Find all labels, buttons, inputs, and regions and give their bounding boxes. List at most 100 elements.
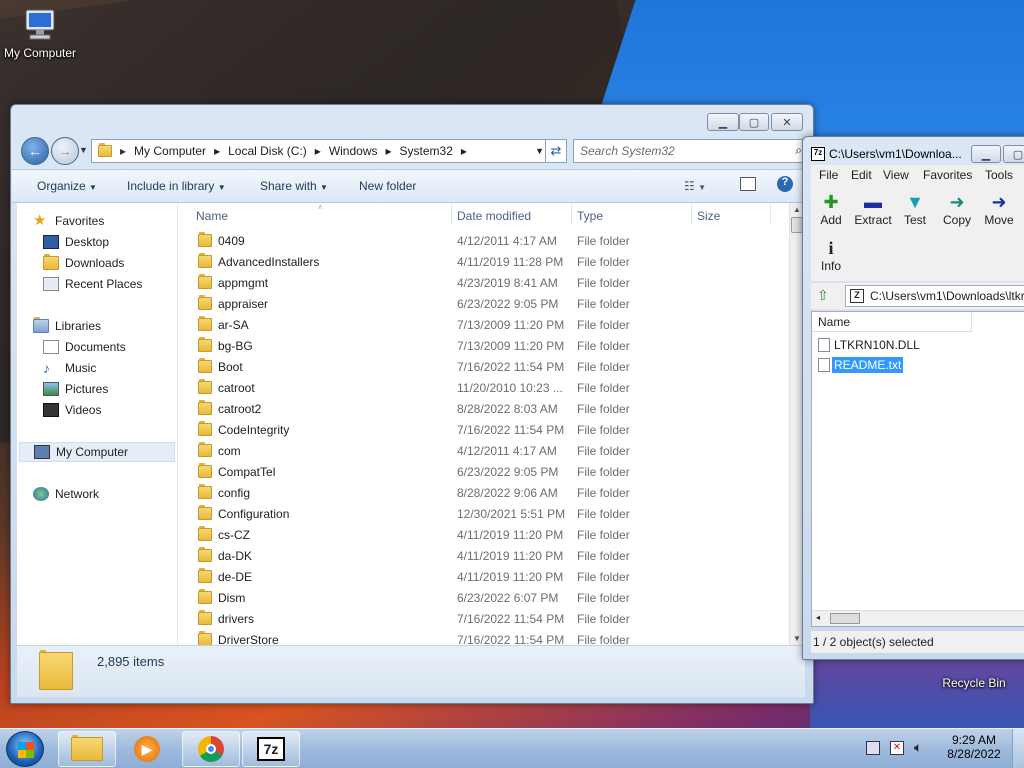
table-row[interactable]: CodeIntegrity 7/16/2022 11:54 PM File fold… [178,419,790,440]
column-header-name[interactable]: Name [196,209,228,223]
menu-view[interactable]: View [883,168,909,182]
table-row[interactable]: catroot 11/20/2010 10:23 ... File folder [178,377,790,398]
7zip-window: 7z C:\Users\vm1\Downloa... ▁ ▢ File Edit… [802,136,1024,660]
recent-pages-dropdown[interactable]: ▼ [79,145,88,155]
table-row[interactable]: bg-BG 7/13/2009 11:20 PM File folder [178,335,790,356]
close-button[interactable]: ✕ [771,113,803,131]
help-icon[interactable]: ? [777,176,793,192]
file-type: File folder [577,612,630,626]
forward-button[interactable]: → [51,137,79,165]
desktop-icon-my-computer[interactable]: My Computer [0,8,80,60]
arrow-right-icon: → [58,143,72,159]
file-type: File folder [577,318,630,332]
breadcrumb-item[interactable]: System32 [400,144,453,158]
chevron-right-icon: ▸ [460,144,467,158]
scroll-down-icon[interactable]: ▼ [793,634,801,643]
scroll-up-icon[interactable]: ▲ [793,205,801,214]
search-input[interactable]: Search System32 ⌕ [573,139,809,163]
views-button[interactable]: ☷ ▼ [684,179,706,193]
file-name: Dism [218,591,246,605]
table-row[interactable]: de-DE 4/11/2019 11:20 PM File folder [178,566,790,587]
menu-edit[interactable]: Edit [851,168,872,182]
column-header-size[interactable]: Size [697,209,720,223]
maximize-button[interactable]: ▢ [739,113,769,131]
window-title: 7z C:\Users\vm1\Downloa... [811,147,962,161]
table-row[interactable]: da-DK 4/11/2019 11:20 PM File folder [178,545,790,566]
table-row[interactable]: AdvancedInstallers 4/11/2019 11:28 PM File… [178,251,790,272]
column-header-date-modified[interactable]: Date modified [457,209,531,223]
extract-button[interactable]: ▬ Extract [853,191,893,228]
preview-pane-button[interactable] [740,177,756,191]
text-file-icon [818,358,830,372]
taskbar-media-player-button[interactable]: ▶ [118,731,176,767]
organize-button[interactable]: Organize ▼ [37,179,97,193]
nav-item-my-computer[interactable]: My Computer [19,442,175,462]
menu-favorites[interactable]: Favorites [923,168,972,182]
table-row[interactable]: drivers 7/16/2022 11:54 PM File folder [178,608,790,629]
move-button[interactable]: ➜ Move [979,191,1019,228]
menu-file[interactable]: File [819,168,838,182]
menu-tools[interactable]: Tools [985,168,1013,182]
copy-button[interactable]: ➜ Copy [937,191,977,228]
table-row[interactable]: DriverStore 7/16/2022 11:54 PM File folder [178,629,790,645]
new-folder-button[interactable]: New folder [359,179,416,193]
volume-icon[interactable]: 🔈︎ [914,739,922,756]
table-row[interactable]: 0409 4/12/2011 4:17 AM File folder [178,230,790,251]
breadcrumb-item[interactable]: Local Disk (C:) [228,144,307,158]
show-desktop-button[interactable] [1012,729,1024,768]
breadcrumb[interactable]: ▸ My Computer ▸ Local Disk (C:) ▸ Window… [91,139,551,163]
taskbar-7zip-button[interactable]: 7z [242,731,300,767]
path-input[interactable]: Z C:\Users\vm1\Downloads\ltkrn [845,285,1024,307]
clock[interactable]: 9:29 AM 8/28/2022 [944,733,1004,761]
scroll-left-icon[interactable]: ◂ [816,613,820,622]
file-type: File folder [577,444,630,458]
share-with-button[interactable]: Share with ▼ [260,179,328,193]
table-row[interactable]: cs-CZ 4/11/2019 11:20 PM File folder [178,524,790,545]
horizontal-scrollbar[interactable]: ◂ [812,610,1024,626]
taskbar-explorer-button[interactable] [58,731,116,767]
back-button[interactable]: ← [21,137,49,165]
computer-icon [20,8,60,44]
taskbar-chrome-button[interactable] [182,731,240,767]
nav-item-libraries[interactable]: Libraries [33,316,193,336]
network-tray-icon[interactable] [866,741,880,755]
include-in-library-button[interactable]: Include in library ▼ [127,179,226,193]
test-button[interactable]: ▼ Test [895,191,935,228]
up-folder-icon[interactable]: ⇧ [817,287,829,304]
file-date-modified: 4/12/2011 4:17 AM [457,444,557,458]
archive-file-row-selected[interactable]: README.txt [818,356,905,374]
clock-date: 8/28/2022 [947,747,1001,761]
documents-icon [43,340,59,354]
maximize-button[interactable]: ▢ [1003,145,1024,163]
refresh-button[interactable]: ⇄ [545,139,567,163]
table-row[interactable]: Dism 6/23/2022 6:07 PM File folder [178,587,790,608]
table-row[interactable]: catroot2 8/28/2022 8:03 AM File folder [178,398,790,419]
nav-item-network[interactable]: Network [33,484,193,504]
nav-item-favorites[interactable]: ★ Favorites [33,211,193,231]
action-center-icon[interactable]: ✕ [890,741,904,755]
table-row[interactable]: config 8/28/2022 9:06 AM File folder [178,482,790,503]
column-header-name[interactable]: Name [812,312,972,332]
desktop-icon-recycle-bin[interactable]: Recycle Bin [934,676,1014,690]
minimize-button[interactable]: ▁ [707,113,739,131]
toolbar: ✚ Add ▬ Extract ▼ Test ➜ Copy ➜ Move i I… [811,185,1024,281]
search-icon: ⌕ [795,143,802,157]
table-row[interactable]: appmgmt 4/23/2019 8:41 AM File folder [178,272,790,293]
info-button[interactable]: i Info [811,237,851,274]
column-header-type[interactable]: Type [577,209,603,223]
table-row[interactable]: appraiser 6/23/2022 9:05 PM File folder [178,293,790,314]
table-row[interactable]: CompatTel 6/23/2022 9:05 PM File folder [178,461,790,482]
breadcrumb-item[interactable]: Windows [329,144,378,158]
file-date-modified: 4/11/2019 11:20 PM [457,570,564,584]
table-row[interactable]: com 4/12/2011 4:17 AM File folder [178,440,790,461]
scrollbar-thumb[interactable] [830,613,860,624]
archive-file-row[interactable]: LTKRN10N.DLL [818,338,920,352]
table-row[interactable]: Configuration 12/30/2021 5:51 PM File fold… [178,503,790,524]
start-button[interactable] [6,731,44,767]
table-row[interactable]: ar-SA 7/13/2009 11:20 PM File folder [178,314,790,335]
breadcrumb-item[interactable]: My Computer [134,144,206,158]
minimize-button[interactable]: ▁ [971,145,1001,163]
add-button[interactable]: ✚ Add [811,191,851,228]
address-dropdown-icon[interactable]: ▼ [535,146,544,156]
table-row[interactable]: Boot 7/16/2022 11:54 PM File folder [178,356,790,377]
